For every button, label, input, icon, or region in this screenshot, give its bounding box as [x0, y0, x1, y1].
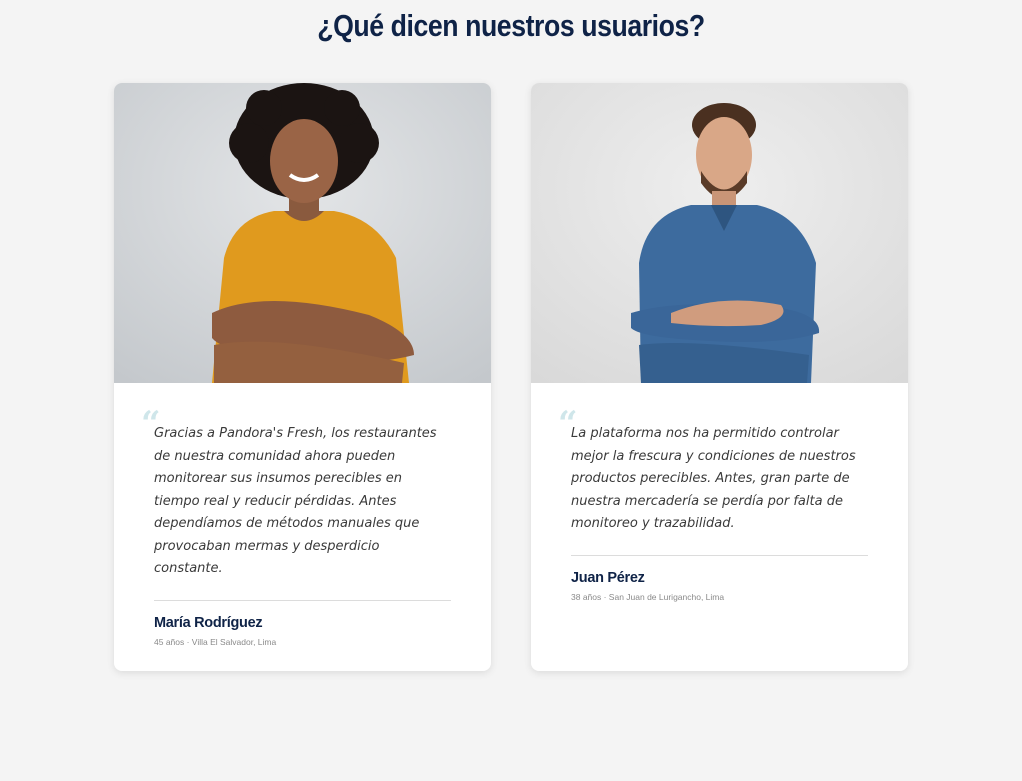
quote-icon: “ [141, 404, 161, 444]
testimonial-card: “ La plataforma nos ha permitido control… [531, 83, 908, 671]
testimonial-body: “ Gracias a Pandora's Fresh, los restaur… [114, 383, 491, 647]
testimonial-meta: 45 años · Villa El Salvador, Lima [154, 636, 277, 647]
quote-icon: “ [558, 404, 578, 444]
testimonial-photo [114, 83, 491, 383]
testimonial-quote: La plataforma nos ha permitido controlar… [571, 426, 856, 531]
testimonial-card: “ Gracias a Pandora's Fresh, los restaur… [114, 83, 491, 671]
testimonial-name: Juan Pérez [571, 569, 645, 586]
testimonial-photo [531, 83, 908, 383]
testimonials-section: ¿Qué dicen nuestros usuarios? “ Gracias … [0, 0, 1022, 781]
testimonial-body: “ La plataforma nos ha permitido control… [531, 383, 908, 602]
divider [154, 599, 451, 601]
testimonial-name: María Rodríguez [154, 614, 263, 631]
testimonial-meta: 38 años · San Juan de Lurigancho, Lima [571, 591, 725, 602]
divider [571, 554, 868, 556]
section-title: ¿Qué dicen nuestros usuarios? [317, 8, 705, 43]
testimonial-quote: Gracias a Pandora's Fresh, los restauran… [154, 426, 437, 576]
